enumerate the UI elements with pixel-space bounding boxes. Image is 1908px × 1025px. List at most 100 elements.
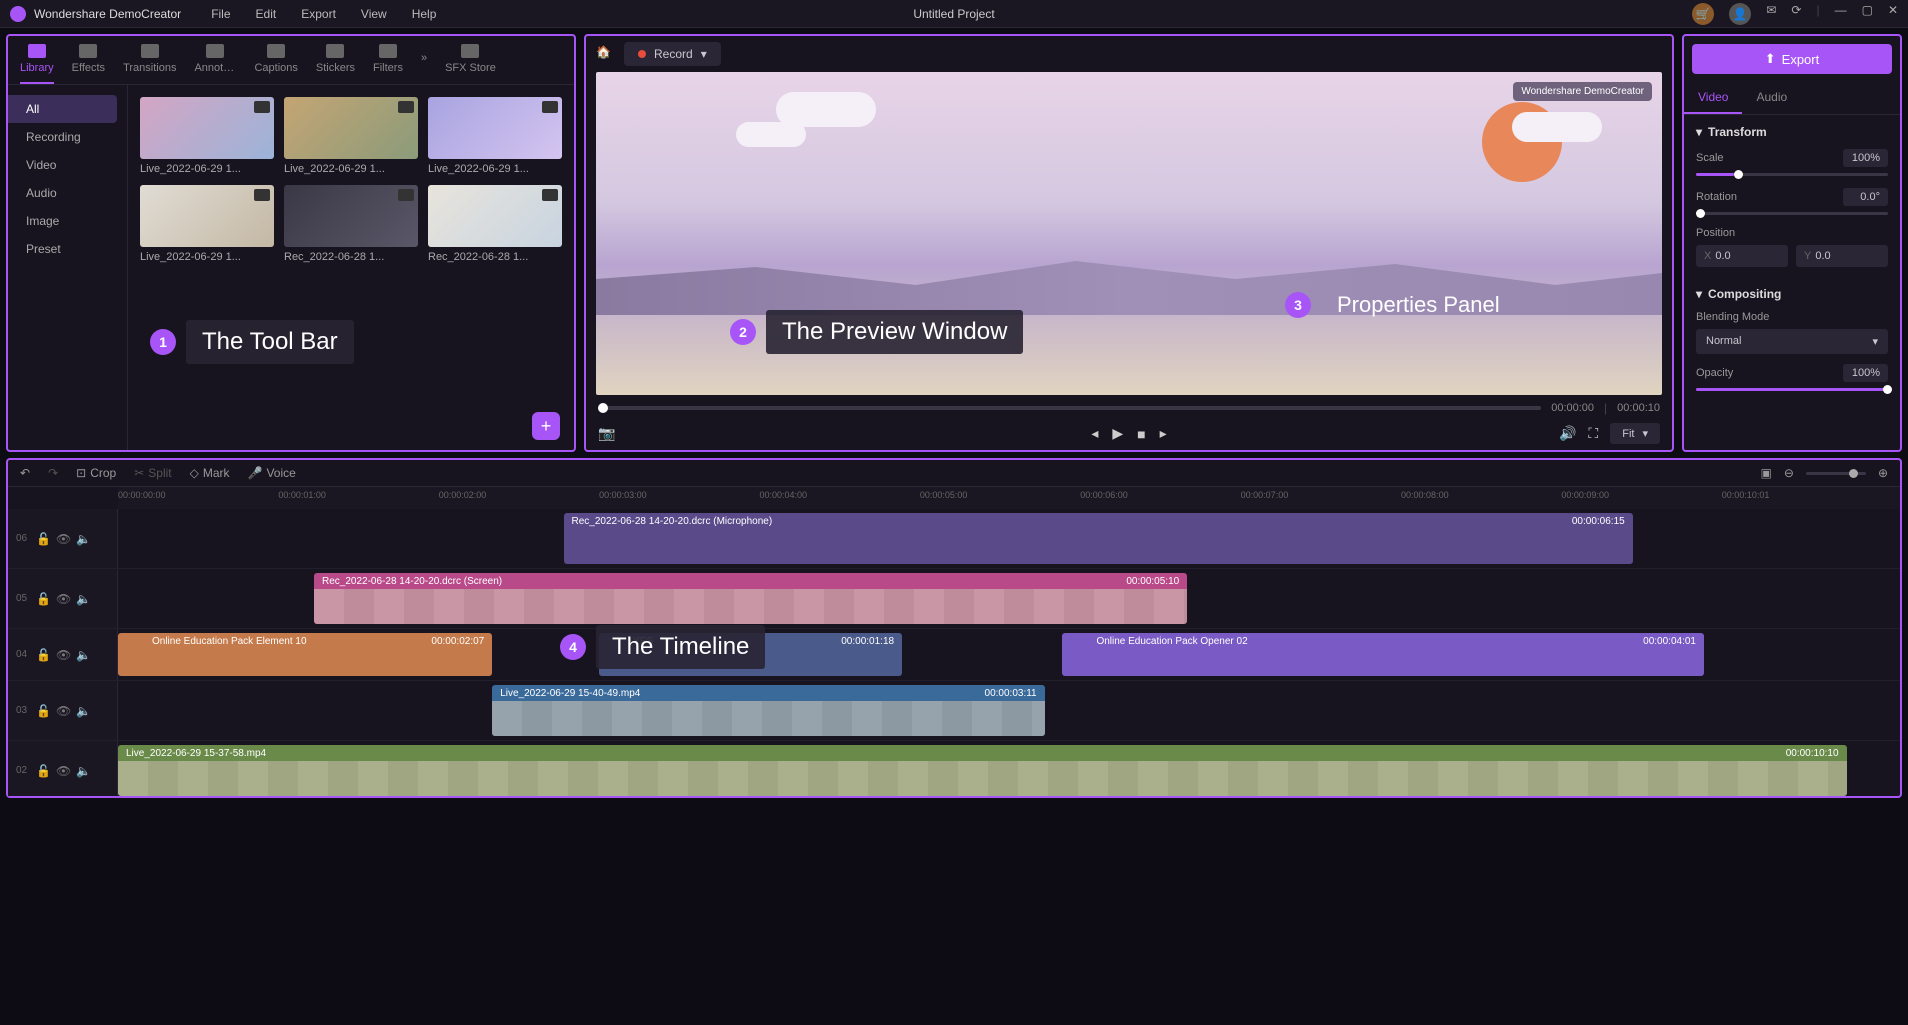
- stop-button[interactable]: ■: [1137, 426, 1145, 442]
- minimize-button[interactable]: —: [1835, 3, 1847, 25]
- export-button[interactable]: ⬆Export: [1692, 44, 1892, 74]
- prev-frame-button[interactable]: ◂: [1091, 425, 1098, 442]
- fullscreen-icon[interactable]: ⛶: [1588, 425, 1598, 442]
- tab-stickers[interactable]: Stickers: [316, 44, 355, 84]
- scale-value[interactable]: 100%: [1843, 149, 1888, 167]
- voice-tool[interactable]: 🎤Voice: [248, 466, 296, 480]
- fit-select[interactable]: Fit▾: [1610, 423, 1660, 444]
- camera-icon: [398, 189, 414, 201]
- menu-view[interactable]: View: [361, 7, 387, 21]
- clip-audio[interactable]: Rec_2022-06-28 14-20-20.dcrc (Microphone…: [564, 513, 1633, 564]
- tab-more[interactable]: »: [421, 44, 427, 84]
- cart-icon[interactable]: 🛒: [1692, 3, 1714, 25]
- redo-button[interactable]: ↷: [48, 466, 58, 480]
- rotation-slider[interactable]: [1696, 212, 1888, 215]
- media-item[interactable]: Live_2022-06-29 1...: [428, 97, 562, 175]
- mic-icon: 🎤: [248, 466, 263, 480]
- menu-help[interactable]: Help: [412, 7, 437, 21]
- menu-export[interactable]: Export: [301, 7, 336, 21]
- eye-icon[interactable]: 👁: [56, 764, 70, 778]
- scale-slider[interactable]: [1696, 173, 1888, 176]
- lock-icon[interactable]: 🔓: [36, 704, 50, 718]
- media-item[interactable]: Rec_2022-06-28 1...: [428, 185, 562, 263]
- volume-icon[interactable]: 🔊: [1559, 425, 1576, 442]
- snapshot-icon[interactable]: 📷: [598, 425, 615, 442]
- tab-sfx-store[interactable]: SFX Store: [445, 44, 496, 84]
- timeline-ruler[interactable]: 00:00:00:00 00:00:01:00 00:00:02:00 00:0…: [118, 487, 1900, 509]
- tab-library[interactable]: Library: [20, 44, 54, 84]
- zoom-slider[interactable]: [1806, 472, 1866, 475]
- tab-annotations[interactable]: Annotations: [194, 44, 236, 84]
- sidebar-item-preset[interactable]: Preset: [8, 235, 127, 263]
- sidebar-item-video[interactable]: Video: [8, 151, 127, 179]
- camera-icon: [254, 189, 270, 201]
- sidebar-item-recording[interactable]: Recording: [8, 123, 127, 151]
- chevron-down-icon: ▾: [1872, 335, 1878, 348]
- tab-filters[interactable]: Filters: [373, 44, 403, 84]
- opacity-value[interactable]: 100%: [1843, 364, 1888, 382]
- menu-file[interactable]: File: [211, 7, 230, 21]
- eye-icon[interactable]: 👁: [56, 648, 70, 662]
- eye-icon[interactable]: 👁: [56, 592, 70, 606]
- prop-tab-audio[interactable]: Audio: [1742, 82, 1801, 114]
- play-button[interactable]: ▶: [1112, 425, 1123, 442]
- sidebar-item-audio[interactable]: Audio: [8, 179, 127, 207]
- callout-toolbar: 1The Tool Bar: [150, 320, 354, 364]
- camera-icon: [542, 189, 558, 201]
- blend-mode-select[interactable]: Normal▾: [1696, 329, 1888, 354]
- clip-opener[interactable]: Online Education Pack Opener 0200:00:04:…: [1062, 633, 1704, 676]
- sync-icon[interactable]: ⟳: [1791, 3, 1801, 25]
- crop-tool[interactable]: ⊡Crop: [76, 466, 116, 480]
- zoom-out-button[interactable]: ⊖: [1784, 466, 1794, 480]
- tab-transitions[interactable]: Transitions: [123, 44, 176, 84]
- media-item[interactable]: Live_2022-06-29 1...: [140, 185, 274, 263]
- rotation-value[interactable]: 0.0°: [1843, 188, 1888, 206]
- current-time: 00:00:00: [1551, 402, 1594, 414]
- position-y-input[interactable]: Y0.0: [1796, 245, 1888, 267]
- lock-icon[interactable]: 🔓: [36, 532, 50, 546]
- split-tool[interactable]: ✂Split: [134, 466, 171, 480]
- fit-timeline-icon[interactable]: ▣: [1761, 466, 1772, 480]
- tab-effects[interactable]: Effects: [72, 44, 105, 84]
- media-item[interactable]: Live_2022-06-29 1...: [140, 97, 274, 175]
- next-frame-button[interactable]: ▸: [1160, 425, 1167, 442]
- mute-icon[interactable]: 🔈: [76, 704, 90, 718]
- clip-video[interactable]: Live_2022-06-29 15-40-49.mp400:00:03:11: [492, 685, 1044, 736]
- notification-icon[interactable]: ✉: [1766, 3, 1776, 25]
- scrub-bar[interactable]: [598, 406, 1541, 410]
- lock-icon[interactable]: 🔓: [36, 648, 50, 662]
- lock-icon[interactable]: 🔓: [36, 764, 50, 778]
- undo-button[interactable]: ↶: [20, 466, 30, 480]
- captions-icon: [267, 44, 285, 58]
- clip-base-video[interactable]: Live_2022-06-29 15-37-58.mp400:00:10:10: [118, 745, 1847, 796]
- opacity-slider[interactable]: [1696, 388, 1888, 391]
- home-icon[interactable]: 🏠: [596, 45, 614, 63]
- sidebar-item-image[interactable]: Image: [8, 207, 127, 235]
- lock-icon[interactable]: 🔓: [36, 592, 50, 606]
- mute-icon[interactable]: 🔈: [76, 648, 90, 662]
- menu-edit[interactable]: Edit: [256, 7, 277, 21]
- user-icon[interactable]: 👤: [1729, 3, 1751, 25]
- mark-tool[interactable]: ◇Mark: [190, 466, 230, 480]
- transform-header[interactable]: ▾Transform: [1696, 125, 1888, 139]
- compositing-header[interactable]: ▾Compositing: [1696, 287, 1888, 301]
- close-button[interactable]: ✕: [1888, 3, 1898, 25]
- mute-icon[interactable]: 🔈: [76, 532, 90, 546]
- media-item[interactable]: Rec_2022-06-28 1...: [284, 185, 418, 263]
- eye-icon[interactable]: 👁: [56, 532, 70, 546]
- mute-icon[interactable]: 🔈: [76, 764, 90, 778]
- maximize-button[interactable]: ▢: [1862, 3, 1873, 25]
- zoom-in-button[interactable]: ⊕: [1878, 466, 1888, 480]
- record-button[interactable]: Record ▾: [624, 42, 721, 66]
- clip-screen[interactable]: Rec_2022-06-28 14-20-20.dcrc (Screen)00:…: [314, 573, 1187, 624]
- prop-tab-video[interactable]: Video: [1684, 82, 1742, 114]
- clip-element[interactable]: Online Education Pack Element 1000:00:02…: [118, 633, 492, 676]
- mute-icon[interactable]: 🔈: [76, 592, 90, 606]
- media-item[interactable]: Live_2022-06-29 1...: [284, 97, 418, 175]
- eye-icon[interactable]: 👁: [56, 704, 70, 718]
- add-media-button[interactable]: +: [532, 412, 560, 440]
- position-x-input[interactable]: X0.0: [1696, 245, 1788, 267]
- sidebar-item-all[interactable]: All: [8, 95, 117, 123]
- tab-captions[interactable]: Captions: [254, 44, 297, 84]
- chevron-down-icon: ▾: [701, 47, 707, 61]
